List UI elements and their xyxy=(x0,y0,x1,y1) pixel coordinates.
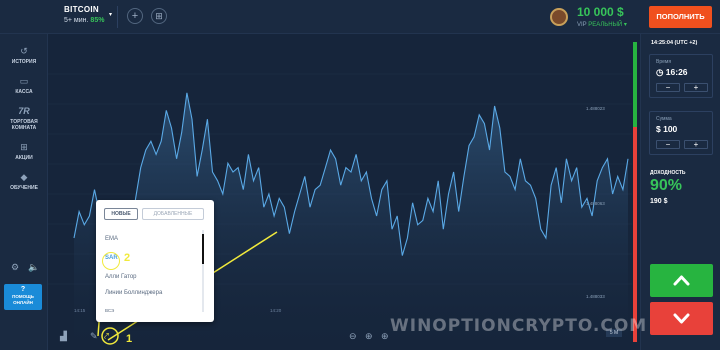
tab-new[interactable]: НОВЫЕ xyxy=(104,208,138,220)
clock-icon: ◷ xyxy=(656,67,666,77)
profit-percent: 90% xyxy=(650,177,683,194)
popup-scrollbar-thumb[interactable] xyxy=(202,234,204,264)
arrow-up-icon xyxy=(673,275,690,286)
trade-panel: 14:25:04 (UTC +2) Время ◷ 16:26 − + Сумм… xyxy=(640,34,720,350)
indicator-bollinger[interactable]: Линии Боллинджера xyxy=(105,290,162,296)
call-up-button[interactable] xyxy=(650,264,713,297)
put-down-button[interactable] xyxy=(650,302,713,335)
duration-value: ◷ 16:26 xyxy=(656,67,688,77)
arrow-down-icon xyxy=(673,313,690,324)
amount-label: Сумма xyxy=(656,116,672,122)
duration-field[interactable]: Время ◷ 16:26 − + xyxy=(649,54,713,98)
indicator-alligator[interactable]: Алли Гатор xyxy=(105,274,137,280)
annotation-number: 2 xyxy=(124,252,131,264)
tab-added[interactable]: ДОБАВЛЕННЫЕ xyxy=(142,208,204,220)
indicator-more[interactable]: ВСЭ xyxy=(105,308,114,313)
duration-label: Время xyxy=(656,59,672,65)
trading-platform: BITCOIN 5+ мин. 85% ▾ + ⊞ 10 000 $ VIP Р… xyxy=(0,0,720,350)
amount-value: $ 100 xyxy=(656,124,678,134)
profit-label: ДОХОДНОСТЬ xyxy=(650,170,686,176)
amount-field[interactable]: Сумма $ 100 − + xyxy=(649,111,713,155)
amount-minus-button[interactable]: − xyxy=(656,140,680,149)
indicator-ema[interactable]: EMA xyxy=(105,236,118,242)
profit-amount: 190 $ xyxy=(650,198,668,205)
server-time: 14:25:04 (UTC +2) xyxy=(651,40,698,46)
duration-plus-button[interactable]: + xyxy=(684,83,708,92)
amount-plus-button[interactable]: + xyxy=(684,140,708,149)
sar-highlight-ring xyxy=(102,252,120,270)
watermark: WINOPTIONCRYPTO.COM xyxy=(390,316,648,336)
annotation-number: 1 xyxy=(126,333,133,345)
duration-minus-button[interactable]: − xyxy=(656,83,680,92)
